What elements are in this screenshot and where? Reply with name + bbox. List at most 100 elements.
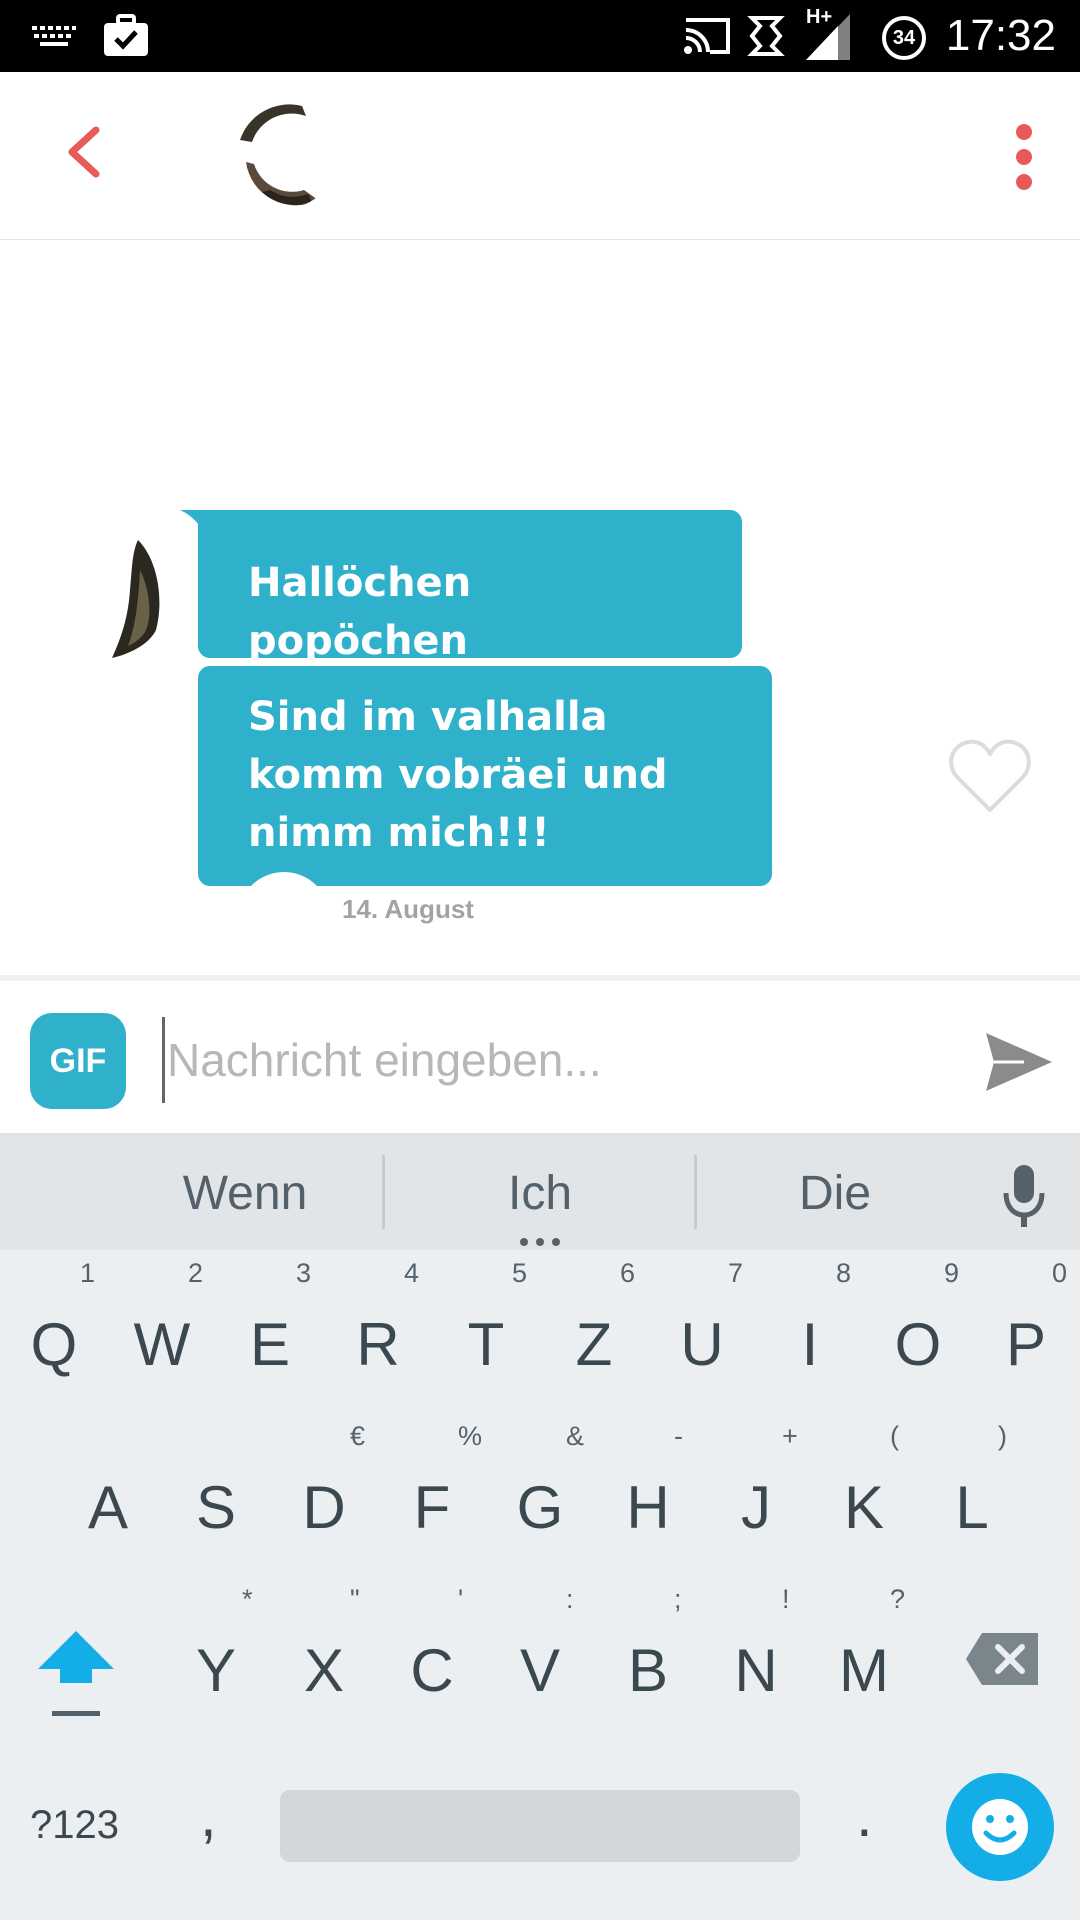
soft-keyboard: Wenn Ich Die Q1W2E3R4T5Z6U7I8O9P0 A S D € F%…: [0, 1133, 1080, 1920]
key-hint: 6: [620, 1258, 636, 1288]
key-label: W: [133, 1311, 191, 1378]
suggestion-item[interactable]: Die: [710, 1133, 960, 1250]
key-hint: *: [242, 1584, 253, 1614]
suggestion-divider: [382, 1155, 385, 1229]
space-key[interactable]: [280, 1790, 800, 1862]
suggestion-divider: [694, 1155, 697, 1229]
key-hint: 1: [80, 1258, 96, 1288]
key-z[interactable]: Z6: [540, 1250, 648, 1410]
key-label: H: [626, 1474, 670, 1541]
key-p[interactable]: P0: [972, 1250, 1080, 1410]
symbols-key[interactable]: ?123: [30, 1803, 119, 1848]
key-label: D: [302, 1474, 346, 1541]
key-label: U: [680, 1311, 724, 1378]
key-w[interactable]: W2: [108, 1250, 216, 1410]
key-hint: 0: [1052, 1258, 1068, 1288]
message-bubble[interactable]: Hallöchen popöchen: [198, 510, 742, 664]
key-k[interactable]: K(: [810, 1413, 918, 1573]
message-bubble[interactable]: Sind im valhalla komm vobräei und nimm m…: [198, 666, 772, 886]
period-key[interactable]: .: [856, 1781, 873, 1850]
key-label: V: [519, 1637, 561, 1704]
key-label: N: [734, 1637, 778, 1704]
message-text: Hallöchen popöchen: [248, 560, 472, 664]
avatar-photo: [240, 104, 318, 206]
key-x[interactable]: X ": [270, 1576, 378, 1736]
key-s[interactable]: S: [162, 1413, 270, 1573]
shift-icon[interactable]: [28, 1625, 124, 1745]
smiley-icon: [972, 1799, 1028, 1855]
key-u[interactable]: U7: [648, 1250, 756, 1410]
key-hint: 8: [836, 1258, 852, 1288]
key-hint: -: [674, 1421, 683, 1451]
key-hint: (: [890, 1421, 899, 1451]
key-hint: %: [458, 1421, 483, 1451]
message-composer: GIF: [0, 975, 1080, 1133]
key-e[interactable]: E3: [216, 1250, 324, 1410]
key-v[interactable]: V:: [486, 1576, 594, 1736]
suggestion-item[interactable]: Wenn: [120, 1133, 370, 1250]
key-h[interactable]: H-: [594, 1413, 702, 1573]
key-b[interactable]: B;: [594, 1576, 702, 1736]
backspace-icon[interactable]: [964, 1629, 1042, 1689]
key-hint: 3: [296, 1258, 312, 1288]
key-c[interactable]: C ': [378, 1576, 486, 1736]
key-hint: 7: [728, 1258, 744, 1288]
status-time: 17:32: [945, 11, 1056, 60]
keyboard-icon: [32, 26, 76, 46]
key-label: Q: [30, 1311, 78, 1378]
message-list[interactable]: Hallöchen popöchen Sind im valhalla komm…: [0, 240, 1080, 975]
key-label: C: [410, 1637, 454, 1704]
suggestion-item[interactable]: Ich: [400, 1133, 680, 1250]
key-m[interactable]: M?: [810, 1576, 918, 1736]
message-text: Sind im valhalla komm vobräei und nimm m…: [248, 694, 668, 856]
cast-icon: [684, 18, 730, 54]
comma-key[interactable]: ,: [200, 1781, 217, 1850]
more-vertical-icon[interactable]: [1004, 122, 1044, 192]
key-hint: +: [782, 1421, 798, 1451]
send-icon[interactable]: [984, 1027, 1054, 1097]
key-j[interactable]: J +: [702, 1413, 810, 1573]
suggestion-strip: Wenn Ich Die: [0, 1133, 1080, 1250]
key-i[interactable]: I8: [756, 1250, 864, 1410]
key-label: P: [1005, 1311, 1047, 1378]
gif-button[interactable]: GIF: [30, 1013, 126, 1109]
key-label: S: [195, 1474, 237, 1541]
key-r[interactable]: R4: [324, 1250, 432, 1410]
heart-icon[interactable]: [948, 738, 1032, 814]
battery-level: 34: [892, 26, 916, 49]
key-hint: :: [566, 1584, 574, 1614]
key-label: O: [894, 1311, 942, 1378]
key-y[interactable]: Y *: [162, 1576, 270, 1736]
key-hint: ): [998, 1421, 1007, 1451]
battery-icon: 34: [882, 16, 926, 60]
key-hint: ;: [674, 1584, 682, 1614]
key-label: E: [249, 1311, 291, 1378]
key-label: R: [356, 1311, 400, 1378]
key-hint: 5: [512, 1258, 528, 1288]
key-label: F: [413, 1474, 451, 1541]
key-q[interactable]: Q1: [0, 1250, 108, 1410]
key-l[interactable]: L): [918, 1413, 1026, 1573]
key-hint: 2: [188, 1258, 204, 1288]
key-a[interactable]: A: [54, 1413, 162, 1573]
rotation-icon: [747, 16, 785, 56]
message-input[interactable]: [162, 1017, 962, 1103]
emoji-key[interactable]: [946, 1773, 1054, 1881]
key-d[interactable]: D €: [270, 1413, 378, 1573]
chevron-left-icon[interactable]: [56, 122, 116, 182]
key-t[interactable]: T5: [432, 1250, 540, 1410]
key-n[interactable]: N!: [702, 1576, 810, 1736]
key-hint: ": [350, 1584, 360, 1614]
key-g[interactable]: G &: [486, 1413, 594, 1573]
message-date: 14. August: [342, 894, 474, 924]
sender-avatar[interactable]: [98, 530, 168, 660]
key-o[interactable]: O9: [864, 1250, 972, 1410]
match-avatar[interactable]: [232, 102, 338, 208]
key-hint: 9: [944, 1258, 960, 1288]
key-f[interactable]: F%: [378, 1413, 486, 1573]
signal-icon: [806, 14, 850, 60]
chat-header: [0, 72, 1080, 240]
status-bar: H+ 34 17:32: [0, 0, 1080, 72]
microphone-icon[interactable]: [1000, 1163, 1048, 1229]
more-suggestions-icon[interactable]: [518, 1237, 562, 1247]
